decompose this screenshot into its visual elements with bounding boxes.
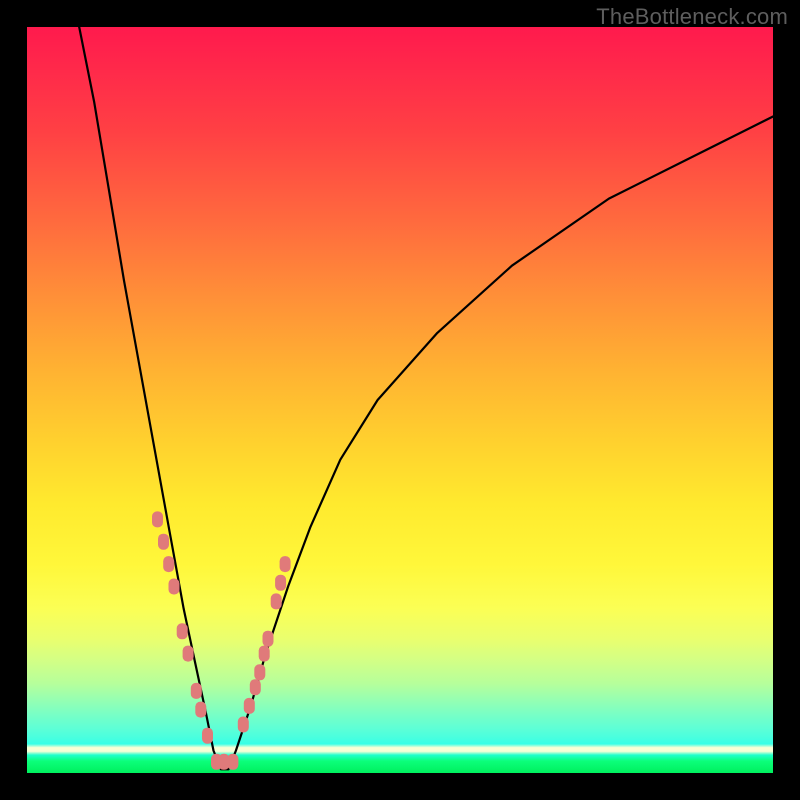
data-marker	[259, 646, 270, 662]
data-marker	[158, 534, 169, 550]
data-marker	[263, 631, 274, 647]
data-marker	[202, 728, 213, 744]
data-marker	[254, 664, 265, 680]
data-marker	[275, 575, 286, 591]
data-marker	[238, 717, 249, 733]
data-marker	[195, 702, 206, 718]
data-marker	[280, 556, 291, 572]
data-marker	[191, 683, 202, 699]
bottleneck-curve	[27, 27, 773, 773]
data-marker	[169, 579, 180, 595]
plot-area	[27, 27, 773, 773]
data-marker	[183, 646, 194, 662]
data-marker	[271, 593, 282, 609]
chart-frame: TheBottleneck.com	[0, 0, 800, 800]
data-marker	[227, 754, 238, 770]
data-marker	[244, 698, 255, 714]
watermark-text: TheBottleneck.com	[596, 4, 788, 30]
data-marker	[177, 623, 188, 639]
data-marker	[152, 511, 163, 527]
data-marker	[250, 679, 261, 695]
data-marker	[163, 556, 174, 572]
